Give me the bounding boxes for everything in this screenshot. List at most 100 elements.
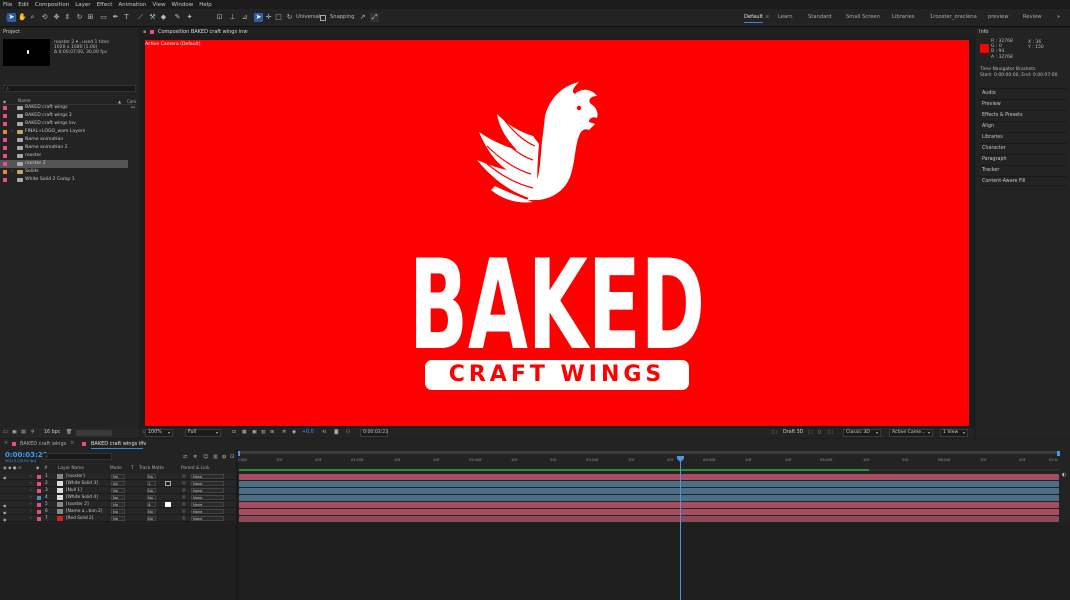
project-search-input[interactable]: ⌕ — [3, 85, 136, 92]
frame-blending-icon[interactable]: ▥ — [213, 454, 218, 460]
twirl-icon[interactable]: › — [30, 501, 32, 508]
lock-icon[interactable]: ▪ — [143, 28, 146, 36]
parent-dropdown[interactable]: None — [191, 488, 224, 493]
transparency-grid-icon[interactable]: ▦ — [242, 429, 247, 437]
show-snapshot-icon[interactable]: ⚇ — [346, 429, 350, 437]
workspace-learn[interactable]: Learn — [778, 14, 793, 20]
pick-whip-icon[interactable]: ◎ — [182, 515, 186, 522]
menu-edit[interactable]: Edit — [18, 2, 29, 8]
pick-whip-icon[interactable]: ◎ — [182, 508, 186, 515]
rotate-gizmo-icon[interactable]: ↻ — [285, 13, 294, 22]
label-color-swatch[interactable] — [3, 114, 7, 118]
label-color-swatch[interactable] — [3, 170, 7, 174]
grid-guides-icon[interactable]: ⊞ — [270, 429, 274, 437]
motion-blur-timeline-icon[interactable]: ◍ — [222, 454, 226, 460]
twirl-icon[interactable]: › — [30, 480, 32, 487]
layer-row[interactable]: ◉ › 5 [rooster 2] No 4. ◎ None — [0, 501, 236, 508]
workspace-default[interactable]: Default — [744, 14, 763, 23]
layer-label-swatch[interactable] — [37, 509, 41, 514]
twirl-icon[interactable]: › — [30, 515, 32, 522]
label-color-swatch[interactable] — [3, 154, 7, 158]
layer-mode-dropdown[interactable]: Ad — [111, 481, 125, 486]
label-color-swatch[interactable] — [3, 146, 7, 150]
info-panel-title[interactable]: Info — [976, 28, 1070, 36]
twirl-icon[interactable]: › — [30, 473, 32, 480]
layer-mode-dropdown[interactable]: No — [111, 502, 125, 507]
menu-effect[interactable]: Effect — [97, 2, 113, 8]
eye-icon[interactable]: ◉ — [3, 516, 7, 523]
hand-tool-icon[interactable]: ✋ — [18, 13, 27, 22]
tab-menu-icon[interactable]: ≡ — [140, 440, 144, 446]
label-color-swatch[interactable] — [3, 138, 7, 142]
new-comp-icon[interactable]: ▤ — [21, 429, 26, 437]
layer-mode-dropdown[interactable]: No — [111, 495, 125, 500]
label-color-swatch[interactable] — [3, 162, 7, 166]
workspace-preview[interactable]: preview — [988, 14, 1008, 20]
track-matte-header[interactable]: Track Matte — [139, 466, 164, 471]
project-item[interactable]: BAKED craft wings — [0, 104, 128, 112]
camera-view-dropdown[interactable]: Active Came... ▾ — [889, 429, 933, 437]
pick-whip-icon[interactable]: ◎ — [182, 494, 186, 501]
work-area-end-handle[interactable] — [1057, 451, 1060, 456]
flowchart-icon[interactable]: ⚯ — [131, 105, 135, 111]
twirl-icon[interactable]: › — [30, 487, 32, 494]
pick-whip-icon[interactable]: ◎ — [182, 480, 186, 487]
layer-row[interactable]: › 2 [White Solid 3] Ad 1. ◎ None — [0, 480, 236, 487]
snapping-checkbox[interactable] — [320, 15, 326, 21]
layer-name-header[interactable]: Layer Name — [58, 466, 84, 471]
track-matte-dropdown[interactable]: No — [147, 474, 156, 479]
pen-tool-icon[interactable]: ✒ — [111, 13, 120, 22]
layer-label-swatch[interactable] — [37, 502, 41, 507]
layer-name[interactable]: [White Solid 3] — [66, 480, 98, 487]
layer-bar[interactable] — [239, 516, 1059, 522]
pan-behind-tool-icon[interactable]: ⊞ — [86, 13, 95, 22]
workspace-1rooster-oraclena[interactable]: 1rooster_oraclena — [930, 14, 977, 20]
folder-twirl-icon[interactable]: › — [11, 128, 13, 136]
project-panel-title[interactable]: Project — [0, 28, 139, 36]
panel-preview[interactable]: Preview — [979, 99, 1067, 109]
composition-viewer[interactable]: Active Camera (Default) BAKED CRAFT WING… — [145, 40, 969, 426]
3d-ground-plane-icon[interactable]: ▥ — [261, 429, 266, 437]
project-item[interactable]: BAKED craft wings inv — [0, 120, 128, 128]
menu-window[interactable]: Window — [172, 2, 194, 8]
layer-search-input[interactable]: ⌕ — [42, 453, 112, 460]
composition-tab[interactable]: Composition BAKED craft wings inv — [158, 28, 246, 36]
menu-layer[interactable]: Layer — [75, 2, 90, 8]
panel-effects-presets[interactable]: Effects & Presets — [979, 110, 1067, 120]
mode-header[interactable]: Mode — [110, 466, 122, 471]
label-color-swatch[interactable] — [3, 130, 7, 134]
draft-3d-button[interactable]: Draft 3D — [783, 429, 803, 437]
menu-help[interactable]: Help — [199, 2, 212, 8]
menu-file[interactable]: File — [3, 2, 12, 8]
twirl-icon[interactable]: › — [30, 508, 32, 515]
show-channel-icon[interactable]: ◉ — [292, 429, 296, 437]
pan-tool-icon[interactable]: ✥ — [52, 13, 61, 22]
bit-depth-button[interactable]: 16 bpc — [44, 429, 60, 437]
workspace-small-screen[interactable]: Small Screen — [846, 14, 880, 20]
resolution-dropdown[interactable]: Full ▾ — [185, 429, 221, 437]
layer-name[interactable]: [White Solid 4] — [66, 494, 98, 501]
view-count-dropdown[interactable]: 1 View ▾ — [940, 429, 968, 437]
layer-bar[interactable] — [239, 481, 1059, 487]
scale-icon[interactable]: □ — [274, 13, 283, 22]
label-color-swatch[interactable] — [3, 122, 7, 126]
menu-composition[interactable]: Composition — [35, 2, 69, 8]
panel-libraries[interactable]: Libraries — [979, 132, 1067, 142]
close-tab-icon[interactable]: × — [70, 440, 74, 446]
more-workspaces-icon[interactable]: » — [1057, 14, 1060, 20]
universal-select-icon[interactable]: ➤ — [254, 13, 263, 22]
menu-view[interactable]: View — [152, 2, 165, 8]
layer-mode-dropdown[interactable]: No — [111, 516, 125, 521]
snapshot-icon[interactable]: ◙ — [334, 429, 339, 437]
align-icon[interactable]: ⊡ — [215, 13, 224, 22]
layer-name[interactable]: [Red Solid 2] — [66, 515, 93, 522]
twirl-icon[interactable]: › — [30, 494, 32, 501]
track-matte-dropdown[interactable]: No — [147, 488, 156, 493]
eraser-tool-icon[interactable]: ◆ — [159, 13, 168, 22]
parent-dropdown[interactable]: None — [191, 495, 224, 500]
thumbnail-slider[interactable] — [76, 430, 112, 436]
layer-label-swatch[interactable] — [37, 488, 41, 493]
axis-icon[interactable]: ⊥ — [228, 13, 237, 22]
layer-name[interactable]: [rooster 2] — [66, 501, 89, 508]
brush-tool-icon[interactable]: ⟋ — [136, 13, 145, 22]
